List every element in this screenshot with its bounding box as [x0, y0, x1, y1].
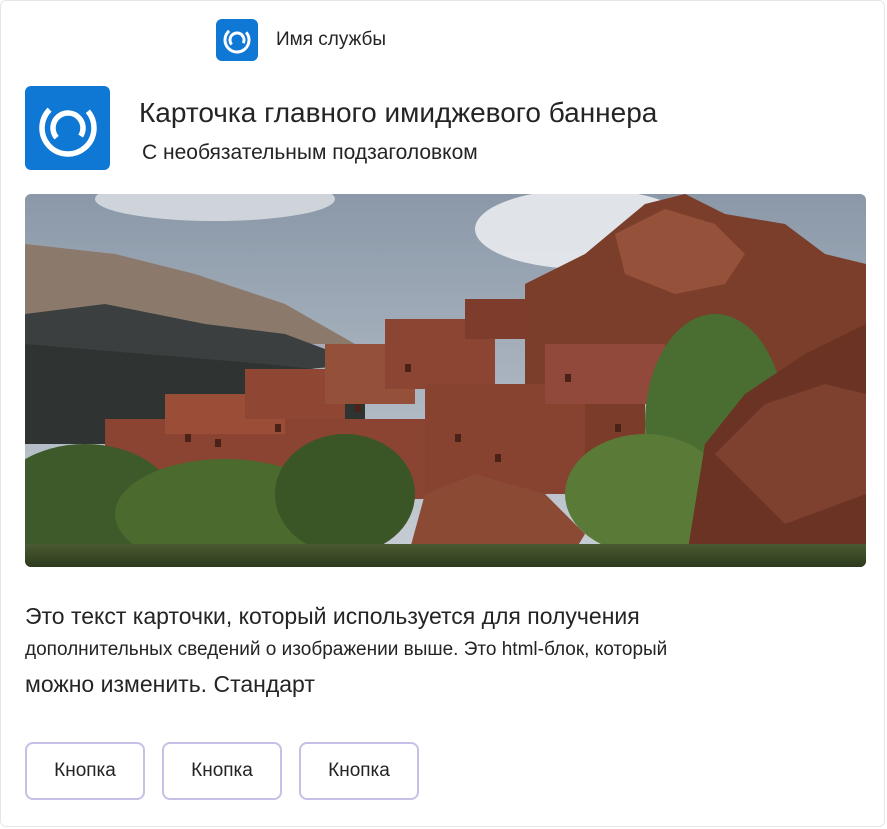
card-body-text: Это текст карточки, который используется…: [25, 599, 855, 701]
app-bar: Имя службы: [216, 19, 386, 61]
action-button-1[interactable]: Кнопка: [25, 742, 145, 800]
action-button-3[interactable]: Кнопка: [299, 742, 419, 800]
body-line-1: Это текст карточки, который используется…: [25, 603, 640, 629]
card-header: Карточка главного имиджевого баннера С н…: [25, 86, 657, 170]
body-line-2: дополнительных сведений о изображении вы…: [25, 639, 668, 660]
app-name: Имя службы: [276, 29, 387, 50]
hero-image: [25, 194, 866, 567]
action-button-2[interactable]: Кнопка: [162, 742, 282, 800]
card-title: Карточка главного имиджевого баннера: [139, 97, 658, 128]
card-subtitle: С необязательным подзаголовком: [142, 141, 478, 164]
swirl-logo-icon: [216, 19, 258, 61]
card-actions: Кнопка Кнопка Кнопка: [25, 742, 436, 800]
swirl-logo-icon: [25, 86, 110, 170]
body-line-3: можно изменить. Стандарт: [25, 671, 315, 697]
hero-banner-card: Имя службы Карточка главного имиджевого …: [0, 0, 885, 827]
